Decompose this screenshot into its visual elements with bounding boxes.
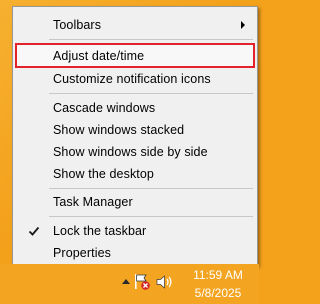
menu-item-show-windows-side-by-side[interactable]: Show windows side by side [15, 141, 255, 163]
menu-item-properties[interactable]: Properties [15, 242, 255, 264]
menu-item-show-windows-stacked[interactable]: Show windows stacked [15, 119, 255, 141]
clock-date: 5/8/2025 [194, 286, 242, 300]
menu-item-label: Show the desktop [53, 167, 154, 181]
submenu-arrow-icon [241, 21, 245, 29]
menu-item-label: Show windows side by side [53, 145, 208, 159]
menu-item-label: Properties [53, 246, 111, 260]
menu-item-label: Cascade windows [53, 101, 156, 115]
show-hidden-icons-arrow-icon[interactable] [122, 279, 130, 284]
menu-item-toolbars[interactable]: Toolbars [15, 14, 255, 36]
menu-item-show-the-desktop[interactable]: Show the desktop [15, 163, 255, 185]
menu-item-label: Toolbars [53, 18, 102, 32]
menu-item-label: Adjust date/time [53, 48, 145, 63]
clock-time: 11:59 AM [193, 268, 243, 282]
menu-item-lock-the-taskbar[interactable]: Lock the taskbar [15, 220, 255, 242]
menu-item-label: Lock the taskbar [53, 224, 147, 238]
checkmark-icon [28, 226, 40, 236]
menu-item-label: Show windows stacked [53, 123, 185, 137]
action-center-flag-icon[interactable] [133, 273, 151, 291]
menu-separator [49, 93, 253, 94]
menu-item-label: Customize notification icons [53, 72, 211, 86]
taskbar-context-menu: Toolbars Adjust date/time Customize noti… [12, 6, 258, 266]
menu-separator [49, 39, 253, 40]
speaker-icon[interactable] [156, 274, 174, 290]
menu-separator [49, 188, 253, 189]
menu-separator [49, 216, 253, 217]
menu-item-customize-notification-icons[interactable]: Customize notification icons [15, 68, 255, 90]
taskbar: 11:59 AM 5/8/2025 [0, 264, 259, 304]
taskbar-clock[interactable]: 11:59 AM 5/8/2025 [178, 266, 258, 302]
menu-item-task-manager[interactable]: Task Manager [15, 191, 255, 213]
menu-item-cascade-windows[interactable]: Cascade windows [15, 97, 255, 119]
menu-item-label: Task Manager [53, 195, 133, 209]
menu-item-adjust-date-time[interactable]: Adjust date/time [15, 43, 255, 68]
